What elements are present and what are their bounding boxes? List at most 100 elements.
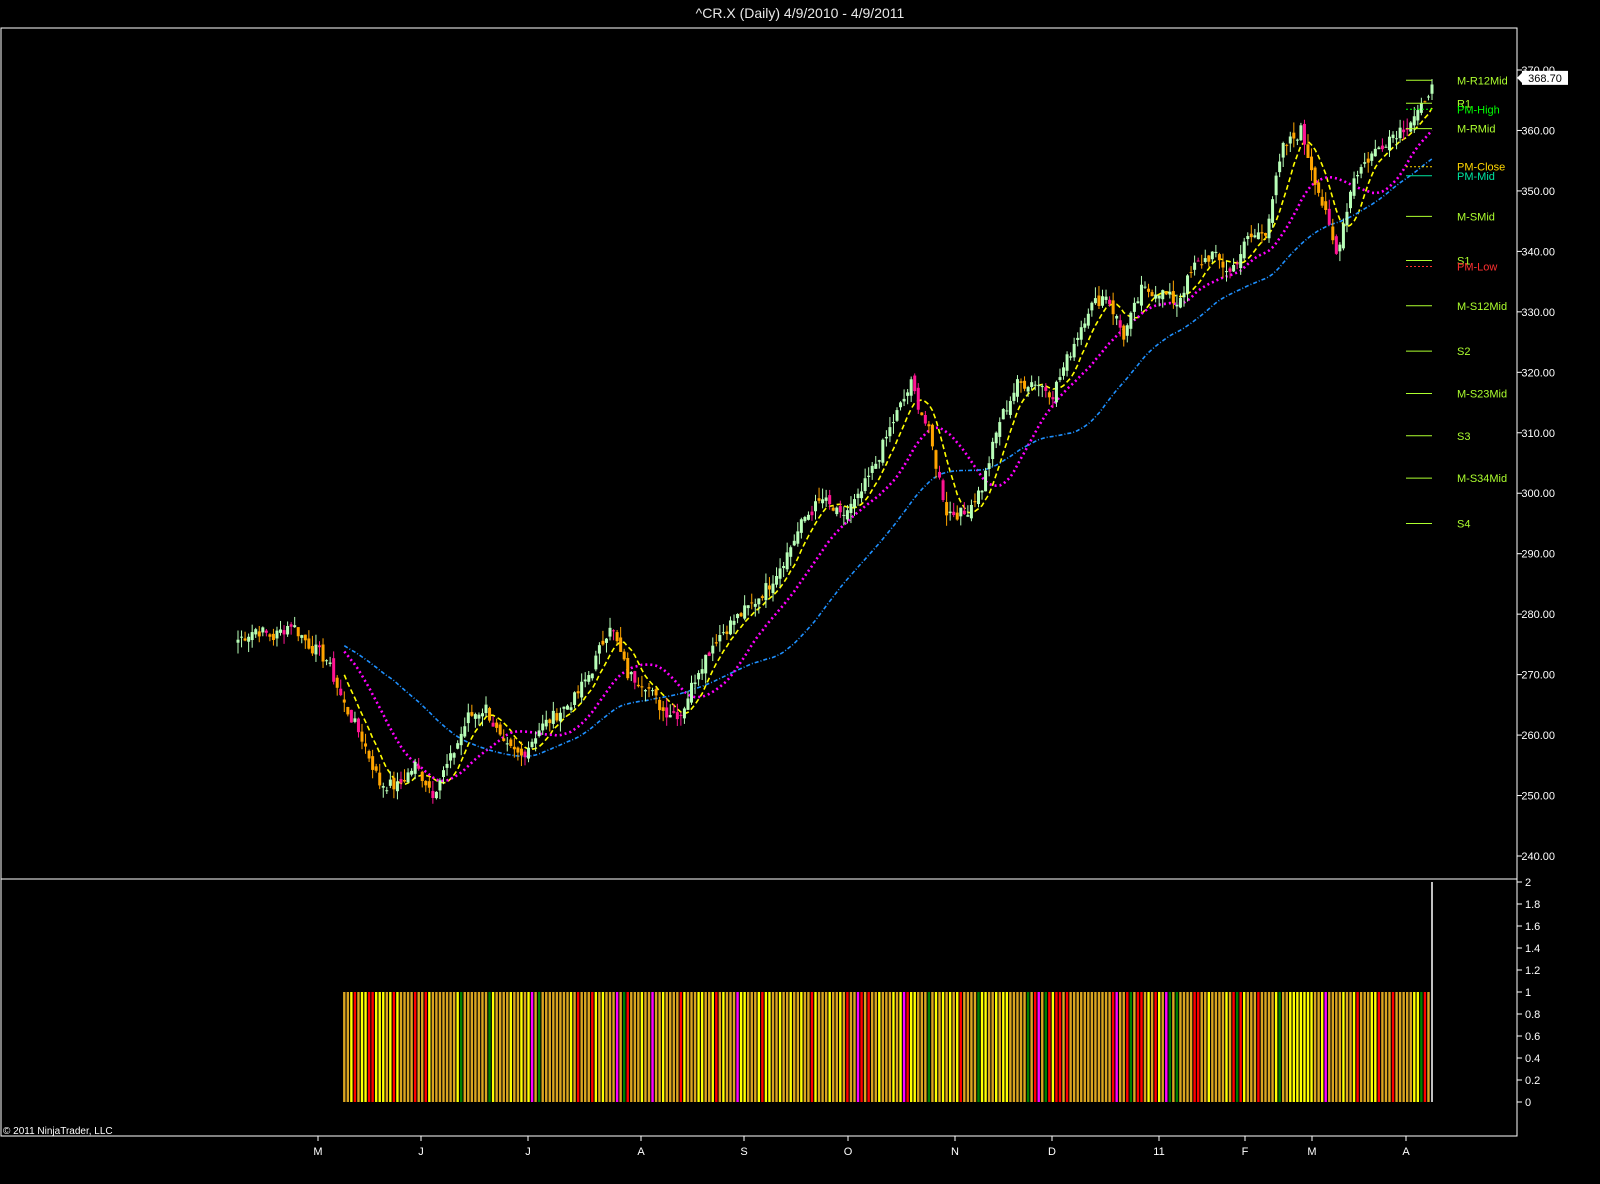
candle-body [342,699,346,703]
indicator-bar [1143,992,1147,1102]
indicator-bar [1048,992,1051,1102]
candle-body [1217,254,1221,261]
indicator-bar [467,992,470,1102]
y-tick-label: 240.00 [1521,851,1555,863]
y-tick-label: 1.8 [1525,899,1540,911]
candle-body [1395,138,1399,140]
candle-body [888,427,892,437]
candle-body [289,624,293,627]
candle-body [1108,299,1112,305]
indicator-bar [938,992,941,1102]
candle-body [891,422,895,424]
candle-body [690,682,694,703]
indicator-bar [1140,992,1143,1102]
indicator-bar [573,992,576,1102]
indicator-bar [867,992,870,1102]
indicator-bar [612,992,615,1102]
candle-body [1260,232,1264,234]
y-tick-label: 0.4 [1525,1053,1540,1065]
candle-body [527,747,531,759]
indicator-bar [382,992,385,1102]
candle-body [473,714,477,719]
candle-body [651,690,655,692]
indicator-bar [995,992,998,1102]
candle-body [764,583,768,601]
indicator-bar [1253,992,1257,1102]
indicator-bar [700,992,704,1102]
candle-body [551,710,555,724]
pivot-label: M-S34Mid [1457,473,1507,485]
candle-body [884,436,888,439]
indicator-bar [396,992,399,1102]
candle-body [810,511,814,516]
indicator-bar [1299,992,1303,1102]
candle-body [420,771,424,782]
moving-average-line [343,158,1433,758]
indicator-bar [775,992,778,1102]
indicator-bar [803,992,807,1102]
indicator-bar [966,992,970,1102]
indicator-bar [1423,992,1427,1102]
candle-body [438,780,442,791]
candle-body [466,712,470,724]
candle-body [700,669,704,674]
candle-body [566,705,570,710]
candle-body [845,510,849,520]
indicator-bar [963,992,966,1102]
indicator-bar [1317,992,1320,1102]
candle-body [856,493,860,499]
moving-average-line [343,107,1433,786]
candle-body [1249,233,1253,238]
candle-body [317,645,321,648]
candle-body [325,660,329,662]
indicator-bar [1133,992,1136,1102]
indicator-bar [438,992,442,1102]
candle-body [441,770,445,778]
candle-body [257,631,261,637]
indicator-bar [360,992,364,1102]
candle-body [948,511,952,514]
pivot-label: M-S23Mid [1457,388,1507,400]
indicator-bar [1257,992,1260,1102]
candle-body [955,512,959,520]
indicator-bar [1108,992,1111,1102]
candle-body [541,723,545,731]
candle-body [360,731,364,742]
indicator-bar [1320,992,1324,1102]
indicator-bar [980,992,984,1102]
indicator-bar [509,992,513,1102]
indicator-bar [1225,992,1228,1102]
indicator-bar [413,992,417,1102]
candle-body [1136,301,1140,304]
indicator-bar [1207,992,1210,1102]
indicator-bar [956,992,959,1102]
indicator-bar [1126,992,1129,1102]
indicator-bar [399,992,403,1102]
indicator-bar [871,992,874,1102]
indicator-bar [722,992,725,1102]
candle-body [796,531,800,544]
indicator-bar [502,992,505,1102]
candle-body [431,790,435,798]
candle-body [760,596,764,599]
candle-body [658,699,662,711]
indicator-bar [686,992,690,1102]
candle-body [1040,386,1044,388]
indicator-bar [1306,992,1310,1102]
candle-body [406,772,410,783]
indicator-bar [1278,992,1281,1102]
candle-body [1186,275,1190,294]
x-tick-label: O [844,1146,853,1158]
candle-body [1256,232,1260,240]
indicator-bar [1356,992,1359,1102]
indicator-bar [1119,992,1122,1102]
candle-body [842,514,846,516]
candle-body [608,627,612,637]
candle-body [803,517,807,522]
candle-body [736,613,740,619]
indicator-bar [778,992,782,1102]
candle-body [1384,146,1388,148]
indicator-bar [796,992,799,1102]
indicator-bar [899,992,902,1102]
candle-body [647,687,651,689]
